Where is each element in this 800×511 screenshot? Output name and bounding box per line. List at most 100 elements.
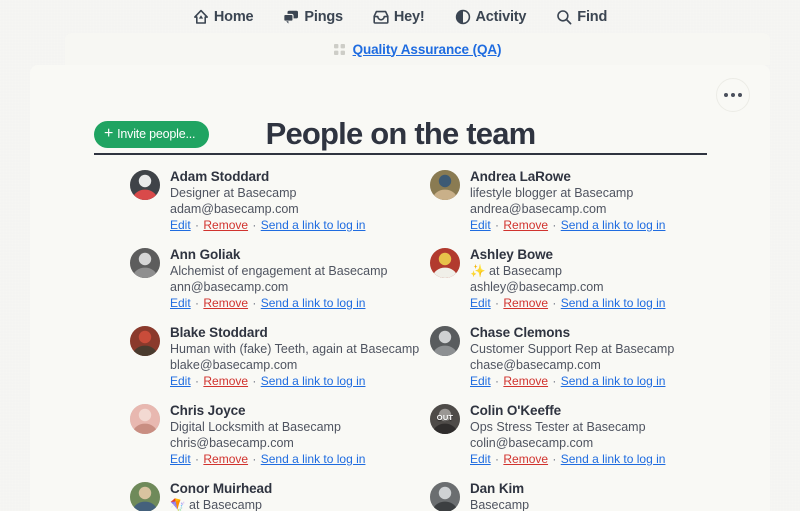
action-separator: · (191, 218, 203, 232)
avatar: OUT (430, 404, 460, 434)
edit-link[interactable]: Edit (170, 296, 191, 310)
remove-link[interactable]: Remove (503, 218, 548, 232)
edit-link[interactable]: Edit (470, 218, 491, 232)
nav-item-home[interactable]: Home (193, 9, 254, 25)
action-separator: · (491, 296, 503, 310)
edit-link[interactable]: Edit (170, 452, 191, 466)
person-actions: Edit · Remove · Send a link to log in (170, 295, 430, 312)
avatar (430, 482, 460, 511)
person-info: Chris Joyce Digital Locksmith at Basecamp… (170, 402, 430, 468)
action-separator: · (249, 296, 260, 310)
activity-icon (455, 9, 471, 25)
avatar (430, 248, 460, 278)
nav-item-hey[interactable]: Hey! (373, 9, 425, 25)
person-row: Ann Goliak Alchemist of engagement at Bas… (130, 246, 430, 312)
remove-link[interactable]: Remove (503, 374, 548, 388)
person-email: andrea@basecamp.com (470, 202, 607, 216)
action-separator: · (191, 374, 203, 388)
person-email: chase@basecamp.com (470, 358, 601, 372)
send-login-link[interactable]: Send a link to log in (261, 452, 366, 466)
person-info: Adam Stoddard Designer at Basecamp adam@ba… (170, 168, 430, 234)
send-login-link[interactable]: Send a link to log in (561, 374, 666, 388)
person-actions: Edit · Remove · Send a link to log in (470, 373, 730, 390)
avatar (430, 170, 460, 200)
person-role: ✨ at Basecamp (470, 264, 562, 278)
person-email: colin@basecamp.com (470, 436, 594, 450)
person-actions: Edit · Remove · Send a link to log in (170, 451, 430, 468)
edit-link[interactable]: Edit (170, 374, 191, 388)
action-separator: · (491, 452, 503, 466)
remove-link[interactable]: Remove (503, 452, 548, 466)
action-separator: · (549, 374, 560, 388)
nav-item-activity[interactable]: Activity (455, 9, 526, 25)
nav-item-label: Find (577, 8, 608, 25)
remove-link[interactable]: Remove (203, 296, 248, 310)
action-separator: · (249, 452, 260, 466)
main-content-card: + Invite people... People on the team Ad… (30, 65, 770, 511)
person-role: Basecamp (470, 498, 530, 511)
person-email: blake@basecamp.com (170, 358, 298, 372)
person-role: Alchemist of engagement at Basecamp (170, 264, 388, 278)
person-email: adam@basecamp.com (170, 202, 299, 216)
breadcrumb-project-link[interactable]: Quality Assurance (QA) (353, 42, 502, 57)
avatar (430, 326, 460, 356)
person-name: Conor Muirhead (170, 481, 273, 496)
remove-link[interactable]: Remove (203, 374, 248, 388)
pings-icon (283, 9, 299, 25)
avatar (130, 170, 160, 200)
send-login-link[interactable]: Send a link to log in (261, 296, 366, 310)
action-separator: · (249, 374, 260, 388)
nav-item-label: Hey! (393, 8, 425, 25)
grid-squares-icon (333, 43, 346, 55)
avatar (130, 404, 160, 434)
person-email: ann@basecamp.com (170, 280, 289, 294)
person-role: Digital Locksmith at Basecamp (170, 420, 341, 434)
nav-item-label: Home (213, 8, 254, 25)
send-login-link[interactable]: Send a link to log in (561, 452, 666, 466)
action-separator: · (549, 218, 560, 232)
send-login-link[interactable]: Send a link to log in (561, 218, 666, 232)
person-name: Dan Kim (470, 481, 525, 496)
edit-link[interactable]: Edit (470, 452, 491, 466)
edit-link[interactable]: Edit (170, 218, 191, 232)
nav-item-find[interactable]: Find (556, 9, 607, 25)
people-list: Adam Stoddard Designer at Basecamp adam@ba… (130, 168, 730, 511)
person-info: Dan Kim Basecamp (470, 480, 730, 511)
action-separator: · (191, 296, 203, 310)
ellipsis-icon[interactable] (716, 78, 750, 112)
search-icon (556, 9, 572, 25)
edit-link[interactable]: Edit (470, 296, 491, 310)
person-role: Ops Stress Tester at Basecamp (470, 420, 646, 434)
nav-item-label: Pings (304, 8, 343, 25)
avatar (130, 326, 160, 356)
person-email: ashley@basecamp.com (470, 280, 604, 294)
send-login-link[interactable]: Send a link to log in (261, 374, 366, 388)
person-info: Ashley Bowe ✨ at Basecamp ashley@basecamp.… (470, 246, 730, 312)
send-login-link[interactable]: Send a link to log in (261, 218, 366, 232)
person-actions: Edit · Remove · Send a link to log in (470, 451, 730, 468)
remove-link[interactable]: Remove (203, 452, 248, 466)
edit-link[interactable]: Edit (470, 374, 491, 388)
remove-link[interactable]: Remove (503, 296, 548, 310)
person-actions: Edit · Remove · Send a link to log in (170, 373, 430, 390)
person-name: Adam Stoddard (170, 169, 270, 184)
person-info: Conor Muirhead 🪁 at Basecamp (170, 480, 430, 511)
person-row: Dan Kim Basecamp (430, 480, 730, 511)
home-icon (193, 9, 209, 25)
person-name: Ann Goliak (170, 247, 241, 262)
person-info: Colin O'Keeffe Ops Stress Tester at Basec… (470, 402, 730, 468)
person-row: Andrea LaRowe lifestyle blogger at Baseca… (430, 168, 730, 234)
person-role: 🪁 at Basecamp (170, 498, 262, 511)
action-separator: · (249, 218, 260, 232)
person-actions: Edit · Remove · Send a link to log in (170, 217, 430, 234)
person-name: Chris Joyce (170, 403, 246, 418)
remove-link[interactable]: Remove (203, 218, 248, 232)
person-actions: Edit · Remove · Send a link to log in (470, 295, 730, 312)
person-name: Chase Clemons (470, 325, 570, 340)
person-row: Conor Muirhead 🪁 at Basecamp (130, 480, 430, 511)
person-name: Ashley Bowe (470, 247, 553, 262)
nav-item-pings[interactable]: Pings (283, 8, 343, 25)
send-login-link[interactable]: Send a link to log in (561, 296, 666, 310)
person-row: Blake Stoddard Human with (fake) Teeth, a… (130, 324, 430, 390)
person-row: Chase Clemons Customer Support Rep at Bas… (430, 324, 730, 390)
